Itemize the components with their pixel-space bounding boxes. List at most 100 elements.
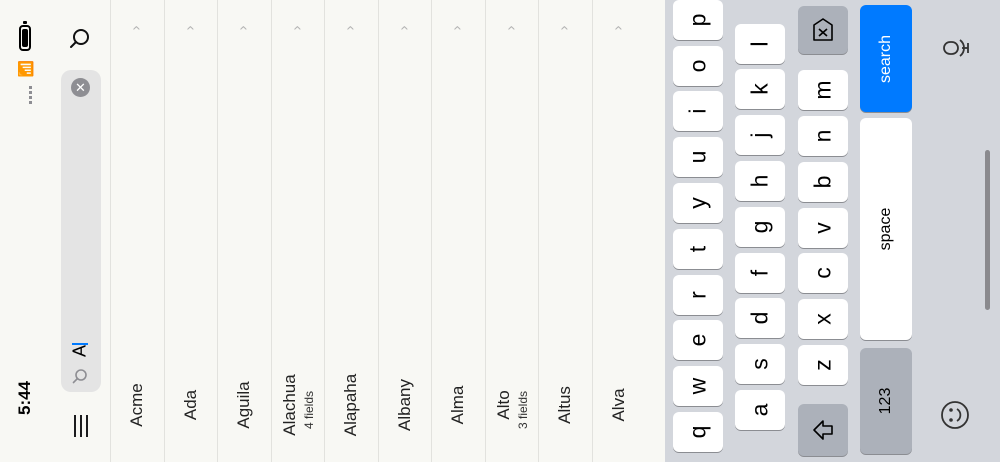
- key-b[interactable]: b: [798, 161, 848, 202]
- key-p[interactable]: p: [673, 0, 723, 40]
- result-field-count: 4 fields: [301, 390, 316, 430]
- battery-icon: [19, 25, 31, 51]
- chevron-up-icon[interactable]: ‹: [182, 26, 199, 31]
- key-label: v: [809, 221, 836, 234]
- key-q[interactable]: q: [673, 412, 723, 452]
- key-label: f: [746, 269, 773, 276]
- result-name: Alachua: [279, 374, 299, 436]
- key-i[interactable]: i: [673, 91, 723, 132]
- key-label: i: [684, 108, 711, 114]
- chevron-up-icon[interactable]: ‹: [557, 26, 574, 31]
- numbers-key[interactable]: 123: [860, 348, 912, 454]
- key-s[interactable]: s: [735, 344, 785, 385]
- key-label: z: [809, 359, 836, 371]
- search-input-value[interactable]: A: [70, 345, 91, 357]
- key-j[interactable]: j: [735, 115, 785, 156]
- key-v[interactable]: v: [798, 207, 848, 248]
- key-z[interactable]: z: [798, 345, 848, 385]
- chevron-up-icon[interactable]: ‹: [503, 26, 520, 31]
- result-item[interactable]: ‹ Acme: [110, 0, 163, 462]
- key-label: j: [746, 132, 773, 138]
- key-x[interactable]: x: [798, 299, 848, 340]
- space-key-label: space: [877, 207, 894, 251]
- microphone-icon[interactable]: [940, 34, 970, 62]
- result-item[interactable]: ‹ Alto 3 fields: [484, 0, 538, 462]
- clear-search-button[interactable]: ✕: [71, 78, 90, 97]
- result-item[interactable]: ‹ Alva: [591, 0, 645, 462]
- key-label: h: [746, 174, 773, 188]
- status-time: 5:44: [15, 380, 34, 416]
- search-key[interactable]: search: [860, 5, 912, 112]
- key-label: e: [684, 333, 711, 347]
- key-label: p: [684, 13, 711, 27]
- key-g[interactable]: g: [735, 206, 785, 247]
- key-label: m: [809, 80, 836, 100]
- result-item[interactable]: ‹ Aguila: [217, 0, 270, 462]
- emoji-icon[interactable]: [940, 400, 970, 430]
- key-label: u: [684, 150, 711, 164]
- result-item[interactable]: ‹ Alachua 4 fields: [270, 0, 324, 462]
- key-label: b: [809, 175, 836, 189]
- numbers-key-label: 123: [877, 387, 894, 415]
- grabber-dots: [29, 86, 32, 106]
- key-label: d: [746, 311, 773, 325]
- key-label: t: [684, 245, 711, 252]
- search-field-icon: [71, 367, 89, 385]
- key-label: x: [809, 313, 836, 325]
- key-m[interactable]: m: [798, 70, 848, 111]
- key-label: a: [746, 403, 773, 417]
- menu-icon[interactable]: [72, 415, 90, 437]
- result-item[interactable]: ‹ Alapaha: [324, 0, 377, 462]
- scrollbar-thumb[interactable]: [985, 150, 990, 310]
- key-label: q: [684, 425, 711, 439]
- key-label: k: [746, 83, 773, 96]
- app-area: 5:44 📶 ✕ A ‹ Acme ‹ Ada ‹ Aguila ‹ Alachua 4 fie…: [0, 0, 665, 462]
- chevron-up-icon[interactable]: ‹: [396, 26, 413, 31]
- result-item[interactable]: ‹ Albany: [377, 0, 431, 462]
- result-name: Alto: [493, 390, 513, 420]
- result-item[interactable]: ‹ Alma: [431, 0, 484, 462]
- result-name: Alma: [448, 385, 467, 425]
- key-l[interactable]: l: [735, 23, 785, 64]
- chevron-up-icon[interactable]: ‹: [236, 26, 253, 31]
- key-label: y: [684, 197, 711, 209]
- key-w[interactable]: w: [673, 366, 723, 407]
- key-label: n: [809, 129, 836, 143]
- text-caret: [72, 343, 88, 345]
- key-k[interactable]: k: [735, 69, 785, 110]
- result-name: Aguila: [234, 381, 253, 429]
- shift-key[interactable]: [798, 404, 848, 456]
- key-t[interactable]: t: [673, 228, 723, 269]
- result-name: Ada: [180, 389, 200, 421]
- search-icon[interactable]: [68, 26, 92, 50]
- result-item[interactable]: ‹ Ada: [163, 0, 217, 462]
- key-n[interactable]: n: [798, 116, 848, 156]
- wifi-icon: 📶: [17, 60, 34, 78]
- key-label: w: [684, 377, 711, 395]
- chevron-up-icon[interactable]: ‹: [610, 26, 627, 31]
- key-r[interactable]: r: [673, 274, 723, 315]
- key-f[interactable]: f: [735, 252, 785, 293]
- key-h[interactable]: h: [735, 161, 785, 201]
- space-key[interactable]: space: [860, 118, 912, 340]
- chevron-up-icon[interactable]: ‹: [129, 26, 146, 31]
- key-c[interactable]: c: [798, 253, 848, 294]
- backspace-key[interactable]: [798, 6, 848, 54]
- battery-cap: [23, 21, 27, 24]
- chevron-up-icon[interactable]: ‹: [289, 26, 306, 31]
- result-name: Alapaha: [341, 373, 360, 437]
- key-label: g: [746, 220, 773, 234]
- key-a[interactable]: a: [735, 390, 785, 430]
- key-d[interactable]: d: [735, 298, 785, 339]
- key-e[interactable]: e: [673, 320, 723, 361]
- result-field-count: 3 fields: [515, 390, 530, 430]
- key-u[interactable]: u: [673, 137, 723, 178]
- chevron-up-icon[interactable]: ‹: [450, 26, 467, 31]
- result-name: Albany: [394, 379, 414, 431]
- result-name: Acme: [127, 383, 146, 427]
- key-o[interactable]: o: [673, 45, 723, 86]
- result-item[interactable]: ‹ Altus: [538, 0, 591, 462]
- key-y[interactable]: y: [673, 183, 723, 223]
- chevron-up-icon[interactable]: ‹: [343, 26, 360, 31]
- key-label: s: [746, 358, 773, 370]
